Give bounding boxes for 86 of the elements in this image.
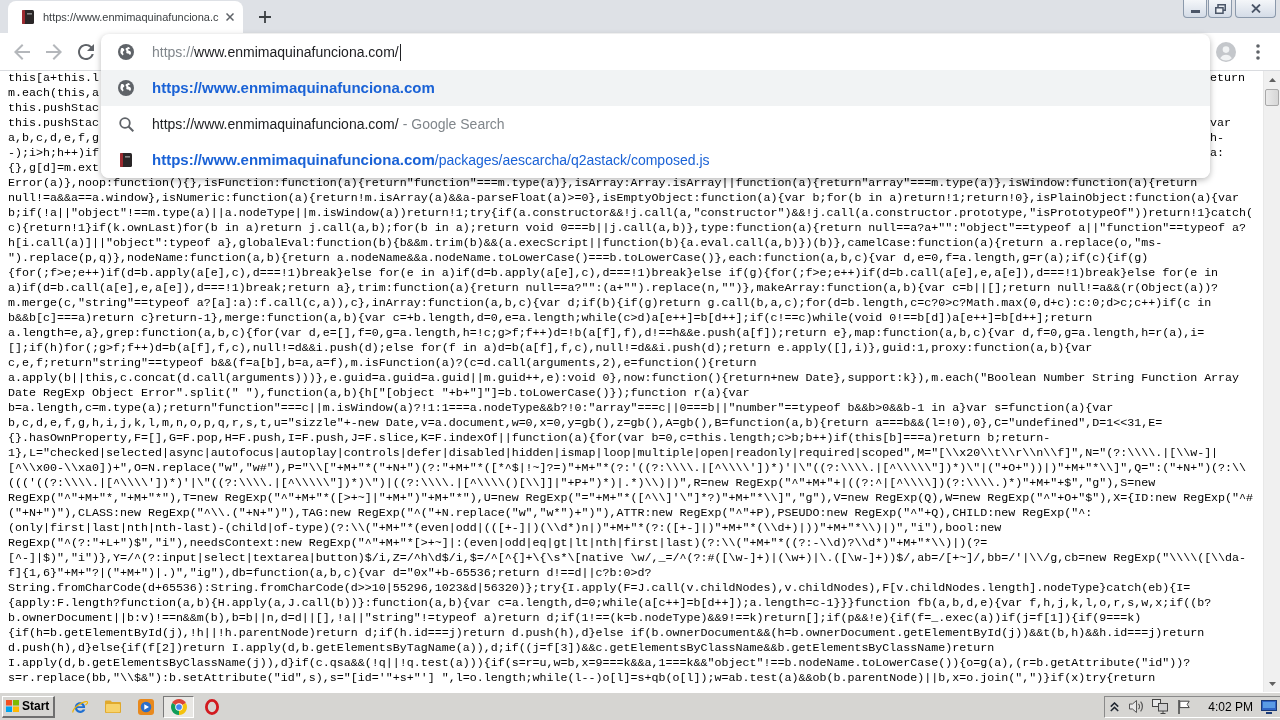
code-line: h[i.call(a)]||"object":typeof a},globalEval:function(b){b&&m.trim(b)&&(a.execScript||function(b){a.eval.call(a,b)})(b)},camelCase:function(a){return a.replace(o,"ms- <box>8 236 1163 250</box>
code-line: {}.hasOwnProperty,F=[],G=F.pop,H=F.push,I=F.push,J=F.slice,K=F.indexOf||function(a){for(var b=0,c=this.length;c>b;b++)if(this[b]===a)return b;return- <box>8 431 1051 445</box>
minimize-icon <box>1190 10 1200 13</box>
ring-logo-icon <box>204 698 219 715</box>
code-line: m.each(this,a <box>8 86 99 101</box>
network-icon[interactable] <box>1152 699 1169 714</box>
restore-button[interactable] <box>1208 0 1232 18</box>
browser-logo-icon <box>170 698 187 715</box>
code-line: b;if(!a||"object"!==m.type(a)||a.nodeType||m.isWindow(a))return!1;try{if(a.constructor&&!j.call(a,"constructor")&&!j.call(a.constructor.prototype,"isPrototypeOf"))return!1}catch( <box>8 206 1254 220</box>
code-line: this.pushStac <box>8 116 99 131</box>
code-line: [^\\x00-\\xa0])+",O=N.replace("w","w#"),P="\\["+M+"*("+N+")(?:"+M+"*([*^$|!~]?=)"+M+"*(?:'((?:\\\\.|[^\\\\'])*)'|\"((?:\\\\.|[^\\\\\"])*)\"|("+O+"))|)"+M+"*\\]",Q=":("+N+")(?:\\ <box>8 461 1247 475</box>
code-line: c,e,f;return"string"==typeof b&&(f=a[b],b=a,a=f),m.isFunction(a)?(c=d.call(arguments,2),e=function(){return <box>8 356 757 370</box>
double-chevron-up-icon[interactable] <box>1110 701 1120 712</box>
e-logo-icon <box>71 698 88 715</box>
logo-icon <box>6 700 19 712</box>
suggestion-item[interactable]: https://www.enmimaquinafunciona.com/ - Google Search <box>101 106 1210 142</box>
forward-arrow-icon <box>46 43 62 60</box>
folder-icon <box>104 700 121 713</box>
code-line: b&&b[c]===a)return c}return-1},merge:function(a,b){var c=+b.length,d=0,e=a.length;while(c>d)a[e++]=b[d++];if(c!==c)while(void 0!==b[d])a[e++]=b[d++];return <box>8 311 1093 325</box>
code-line: String.fromCharCode(d+65536):String.fromCharCode(d>>10|55296,1023&d|56320)};try{I.apply(F=J.call(v.childNodes),v.childNodes),F[v.childNodes.length].nodeType}catch(eb){I= <box>8 581 1191 595</box>
code-line: b=a.length,c=m.type(a);return"function"===c||m.isWindow(a)?!1:1===a.nodeType&&b?!0:"array"===c||0===b||"number"==typeof b&&b>0&&b-1 in a}var s=function(a){var <box>8 401 1114 415</box>
vertical-scrollbar[interactable] <box>1263 71 1280 692</box>
close-icon <box>1250 4 1261 13</box>
text-cursor <box>399 43 401 61</box>
minimize-button[interactable] <box>1183 0 1207 18</box>
code-line: s=r.replace(bb,"\\$&"):b.setAttribute("id",s),s="[id='"+s+"'] ",l=o.length;while(l--)o[l]=s+qb(o[l]);w=ab.test(a)&&ob(b.parentNode)||b,x=o.join(",")}if(x)try{return <box>8 671 1156 685</box>
code-line: ").replace(p,q)},nodeName:function(a,b){return a.nodeName&&a.nodeName.toLowerCase()===b.toLowerCase()},each:function(a,b,c){var d,e=0,f=a.length,g=r(a);if(c){if(g) <box>8 251 1149 265</box>
code-line: a,b,c,d,e,f,g <box>8 131 99 146</box>
book-icon <box>120 153 132 167</box>
arrow-down-icon <box>1268 681 1276 686</box>
code-line: m.merge(c,"string"==typeof a?[a]:a):f.call(c,a)),c},inArray:function(a,b,c){var d;if(b){if(g)return g.call(b,a,c);for(d=b.length,c=c?0>c?Math.max(0,d+c):c:0;d>c;c++)if(c in <box>8 296 1212 310</box>
book-icon <box>22 10 34 24</box>
code-line: b.ownerDocument||b:v)!==n&&m(b),b=b||n,d=d||[],!a||"string"!=typeof a)return d;if(1!==(k=b.nodeType)&&9!==k)return[];if(p&&!e){if(f=_.exec(a))if(j=f[1]){if(9===k) <box>8 611 1142 625</box>
code-line: [^-]|$)","i")},Y=/^(?:input|select|textarea|button)$/i,Z=/^h\d$/i,$=/^[^{]+\{\s*\[native \w/,_=/^(?:#([\w-]+)|(\w+)|\.([\w-]+))$/,ab=/[+~]/,bb=/'|\\/g,cb=new RegExp("\\\\([\\da- <box>8 551 1247 565</box>
speaker-icon[interactable] <box>1129 700 1145 713</box>
suggestion-item[interactable]: https://www.enmimaquinafunciona.com/packages/aescarcha/q2astack/composed.js <box>101 142 1210 178</box>
reload-icon <box>78 43 94 60</box>
code-line: c){return!1}if(k.ownLast)for(b in a)return j.call(a,b);for(b in a);return void 0===b||j.call(a,b)},type:function(a){return null==a?a+"":"object"==typeof a||"function"==typeof a? <box>8 221 1247 235</box>
code-line: ("+N+")"),CLASS:new RegExp("^\\.("+N+")"),TAG:new RegExp("^("+N.replace("w","w*")+")"),ATTR:new RegExp("^"+P),PSEUDO:new RegExp("^"+Q),CHILD:new RegExp("^: <box>8 506 1093 520</box>
scroll-thumb[interactable] <box>1265 89 1279 106</box>
code-line: RegExp("^"+M+"*,"+M+"*"),T=new RegExp("^"+M+"*([>+~]|"+M+")"+M+"*"),U=new RegExp("="+M+"*([^\\]'\"]*?)"+M+"*\\]","g"),V=new RegExp(Q),W=new RegExp("^"+O+"$"),X={ID:new RegExp("^# <box>8 491 1254 505</box>
code-line: this[a+this.l <box>8 71 99 86</box>
start-button[interactable]: Start <box>2 695 55 718</box>
code-line: eturn <box>1210 71 1245 85</box>
code-line: b,c,d,e,f,g,h,i,j,k,l,m,n,o,p,q,r,s,t,u="sizzle"+-new Date,v=a.document,w=0,x=0,y=gb(),z=gb(),A=gb(),B=function(a,b){return a===b&&(l=!0),0},C="undefined",D=1<<31,E= <box>8 416 1163 430</box>
code-line: {for(;f>e;e++)if(d=b.apply(a[e],c),d===!1)break}else for(e in a)if(d=b.apply(a[e],c),d===!1)break}else if(g){for(;f>e;e++)if(d=b.call(a[e],e,a[e]),d===!1)break}else for(e in <box>8 266 1219 280</box>
avatar-icon <box>1216 41 1236 62</box>
plus-icon <box>259 11 271 23</box>
code-line: ((('((?:\\\\.|[^\\\\'])*)'|\"((?:\\\\.|[^\\\\\"])*)\")|((?:\\\\.|[^\\\\()[\\]]|"+P+")*)|.*)\\)|)",R=new RegExp("^"+M+"+|((?:^|[^\\\\])(?:\\\\.)*)"+M+"+$","g"),S=new <box>8 476 1156 490</box>
code-line: a.apply(b||this,c.concat(d.call(arguments)))},e.guid=a.guid=a.guid||m.guid++,e):void 0},now:function(){return+new Date},support:k}),m.each("Boolean Number String Function Array <box>8 371 1240 385</box>
code-line: I.apply(d,b.getElementsByClassName(j)),d}if(c.qsa&&(!q||!q.test(a))){if(s=r=u,w=b,x=9===k&&a,1===k&&"object"!==b.nodeName.toLowerCase()){o=g(a),(r=b.getAttribute("id"))? <box>8 656 1191 670</box>
suggestion-item[interactable]: https://www.enmimaquinafunciona.com <box>101 70 1210 106</box>
code-line: {apply:F.length?function(a,b){H.apply(a,J.call(b))}:function(a,b){var c=a.length,d=0;while(a[c++]=b[d++]);a.length=c-1}}}function fb(a,b,d,e){var f,h,j,k,l,o,r,s,w,x;if((b? <box>8 596 1212 610</box>
address-field[interactable]: https://www.enmimaquinafunciona.com/ <box>152 41 401 63</box>
back-arrow-icon <box>14 43 30 60</box>
code-line: (only|first|last|nth|nth-last)-(child|of-type)(?:\\("+M+"*(even|odd|(([+-]|)(\\d*)n|)"+M+"*(?:([+-]|)"+M+"*(\\d+)|))"+M+"*\\)|)","i"),bool:new <box>8 521 1002 535</box>
code-line: null!=a&&a==a.window},isNumeric:function(a){return!m.isArray(a)&&a-parseFloat(a)>=0},isEmptyObject:function(a){var b;for(b in a)return!1;return!0},isPlainObject:function(a){var <box>8 191 1240 205</box>
menu-icon <box>1256 43 1260 60</box>
restore-icon <box>1214 3 1226 14</box>
code-line: a.length=e,a},grep:function(a,b,c){for(var d,e=[],f=0,g=a.length,h=!c;g>f;f++)d=!b(a[f],f),d!==h&&e.push(a[f]);return e},map:function(a,b,c){var d,f=0,g=a.length,h=r(a),i= <box>8 326 1205 340</box>
taskbar-app-button[interactable] <box>163 695 194 718</box>
browser-tab[interactable]: https://www.enmimaquinafunciona.c <box>8 1 243 33</box>
code-line: a)if(d=b.call(a[e],e,a[e]),d===!1)break;return a},trim:function(a){return null==a?"":(a+"").replace(n,"")},makeArray:function(a,b){var c=b||[];return null!=a&&(r(Object(a))? <box>8 281 1219 295</box>
code-line: h- <box>1210 131 1224 145</box>
code-line: [];if(h)for(;g>f;f++)d=b(a[f],f,c),null!=d&&i.push(d);else for(f in a)d=b(a[f],f,c),null!=d&&i.push(d);return e.apply([],i)},guid:1,proxy:function(a,b){var <box>8 341 1093 355</box>
close-button[interactable] <box>1235 0 1276 18</box>
arrow-up-icon <box>1268 77 1276 82</box>
code-line: {if(h=b.getElementById(j),!h||!h.parentNode)return d;if(h.id===j)return d.push(h),d}else if(b.ownerDocument&&(h=b.ownerDocument.getElementById(j))&&t(b,h)&&h.id===j)return <box>8 626 1205 640</box>
code-line: var <box>1210 116 1231 130</box>
monitor-icon[interactable] <box>1261 699 1277 714</box>
code-line: Date RegExp Object Error".split(" "),function(a,b){h["[object "+b+"]"]=b.toLowerCase()});function r(a){var <box>8 386 750 400</box>
code-line: a: <box>1210 146 1224 160</box>
code-line: 1},L="checked|selected|async|autofocus|autoplay|controls|defer|disabled|hidden|ismap|loop|multiple|open|readonly|required|scoped",M="[\\x20\\t\\r\\n\\f]",N="(?:\\\\.|[\\w-]| <box>8 446 1219 460</box>
code-line: Error(a)},noop:function(){},isFunction:function(a){return"function"===m.type(a)},isArray:Array.isArray||function(a){return"array"===m.type(a)},isWindow:function(a){return <box>8 176 1198 190</box>
code-line: {},g[d]=m.ext <box>8 161 99 176</box>
code-line: this.pushStac <box>8 101 99 116</box>
play-icon <box>137 698 154 715</box>
globe-icon <box>118 44 134 60</box>
code-line: RegExp("^(?:"+L+")$","i"),needsContext:new RegExp("^"+M+"*[>+~]|:(even|odd|eq|gt|lt|nth|first|last)(?:\\("+M+"*((?:-\\d)?\\d*)"+M+"*\\)|)(?= <box>8 536 988 550</box>
search-icon <box>118 116 134 132</box>
close-icon <box>226 13 234 21</box>
code-line: d.push(h),d}else{if(f[2])return I.apply(d,b.getElementsByTagName(a)),d;if((j=f[3])&&c.getElementsByClassName&&b.getElementsByClassName)return <box>8 641 995 655</box>
globe-icon <box>118 80 134 96</box>
code-line: f]{1,6}"+M+"?|("+M+")|.)","ig"),db=function(a,b,c){var d="0x"+b-65536;return d!==d||c?b:0>d? <box>8 566 652 580</box>
flag-icon[interactable] <box>1178 699 1191 714</box>
code-line: -);i>h;h++)if <box>8 146 99 161</box>
